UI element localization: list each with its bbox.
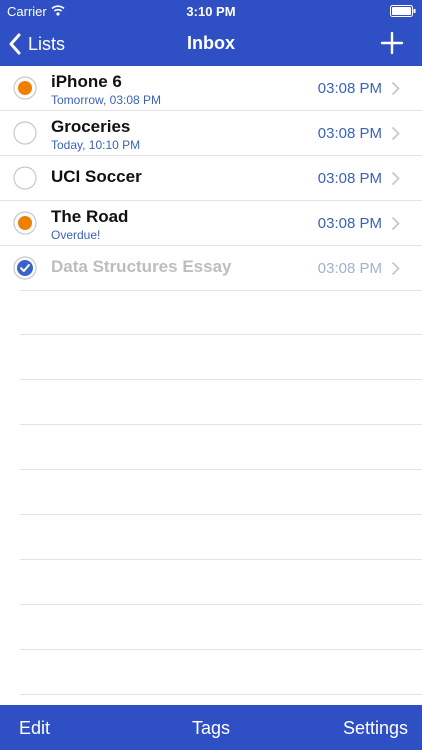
status-bar: Carrier 3:10 PM [0,0,422,22]
task-row[interactable]: Groceries Today, 10:10 PM 03:08 PM [0,111,422,156]
chevron-right-icon [391,171,400,186]
task-time: 03:08 PM [317,260,382,277]
task-time: 03:08 PM [317,125,382,142]
tags-button[interactable]: Tags [192,718,230,738]
empty-list-lines [20,290,422,695]
chevron-right-icon [391,216,400,231]
bottom-toolbar: Edit Tags Settings [0,705,422,750]
chevron-right-icon [391,81,400,96]
task-due: Overdue! [51,228,101,242]
task-title: The Road [51,207,129,226]
divider [20,515,422,560]
task-time: 03:08 PM [317,215,382,232]
page-title: Inbox [187,33,235,53]
task-row[interactable]: Data Structures Essay 03:08 PM [0,246,422,291]
divider [20,605,422,650]
empty-circle-icon[interactable] [13,166,37,190]
checkmark-circle-icon[interactable] [13,256,37,280]
plus-icon[interactable] [380,31,404,55]
divider [20,380,422,425]
task-time: 03:08 PM [317,170,382,187]
divider [20,560,422,605]
empty-circle-icon[interactable] [13,121,37,145]
divider [20,335,422,380]
task-row[interactable]: UCI Soccer 03:08 PM [0,156,422,201]
chevron-right-icon [391,261,400,276]
battery-icon [390,5,416,17]
task-time: 03:08 PM [317,80,382,97]
task-title: UCI Soccer [51,167,142,186]
task-due: Tomorrow, 03:08 PM [51,93,162,107]
task-due: Today, 10:10 PM [51,138,141,152]
top-bar: Carrier 3:10 PM Lists Inbox [0,0,422,66]
chevron-right-icon [391,126,400,141]
status-time: 3:10 PM [186,4,236,19]
nav-bar: Lists Inbox [0,22,422,66]
task-title: Groceries [51,117,131,136]
task-title: Data Structures Essay [51,257,232,276]
task-list: iPhone 6 Tomorrow, 03:08 PM 03:08 PM Gro… [0,66,422,291]
task-row[interactable]: iPhone 6 Tomorrow, 03:08 PM 03:08 PM [0,66,422,111]
divider [20,425,422,470]
settings-button[interactable]: Settings [343,718,408,739]
priority-circle-icon[interactable] [13,76,37,100]
priority-circle-icon[interactable] [13,211,37,235]
task-row[interactable]: The Road Overdue! 03:08 PM [0,201,422,246]
divider [20,470,422,515]
task-title: iPhone 6 [51,72,122,91]
divider [20,290,422,335]
divider [20,650,422,695]
